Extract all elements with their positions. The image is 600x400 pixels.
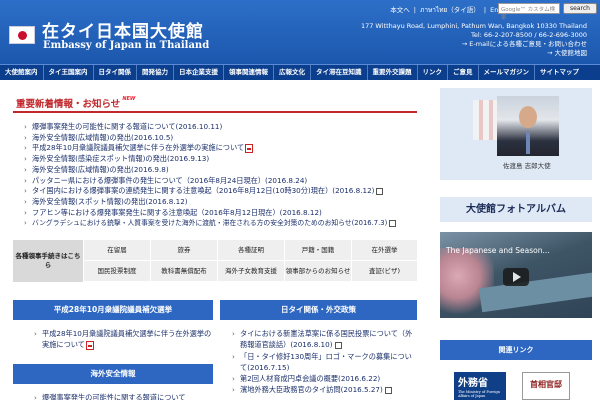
news-heading: 重要新着情報・お知らせ NEW: [16, 96, 135, 110]
consular-link-overseas-voting[interactable]: 在外選挙: [351, 240, 417, 261]
mofa-banner-subtitle: The Ministry of Foreign Affairs of Japan: [458, 390, 501, 398]
nav-item-diplomacy[interactable]: 重要外交課題: [368, 65, 418, 80]
related-links-heading: 関連リンク: [440, 340, 592, 360]
relations-item-text[interactable]: 濱地外務大臣政務官のタイ訪問(2016.5.27): [240, 385, 383, 394]
consular-link-referendum[interactable]: 国民投票制度: [83, 261, 150, 282]
relations-item[interactable]: タイにおける新憲法草案に係る国民投票について（外務報道官談話）(2016.8.1…: [232, 328, 418, 351]
news-item-text[interactable]: バングラデシュにおける銃撃・人質事案を受けた海外に渡航・滞在される方の安全対策の…: [32, 219, 387, 227]
thai-language-link[interactable]: ภาษาไทย（タイ語）: [420, 6, 480, 14]
news-item[interactable]: 海外安全情報(感染症スポット情報)の発出(2016.9.13): [24, 154, 424, 165]
embassy-address: 177 Witthayu Road, Lumphini, Pathum Wan,…: [361, 22, 587, 58]
mofa-banner[interactable]: 外務省 The Ministry of Foreign Affairs of J…: [454, 372, 506, 400]
news-item[interactable]: パッタニー県における爆弾事件の発生について（2016年8月24日現在）(2016…: [24, 176, 424, 187]
nav-item-newsletter[interactable]: メールマガジン: [479, 65, 535, 80]
nav-item-cooperation[interactable]: 開発協力: [137, 65, 174, 80]
consular-link-residence[interactable]: 在留届: [83, 240, 150, 261]
site-subtitle: Embassy of Japan in Thailand: [43, 40, 210, 51]
video-embed[interactable]: The Japanese and Season...: [440, 232, 592, 318]
news-list: 爆弾事案発生の可能性に関する報道について(2016.10.11) 海外安全情報(…: [24, 122, 424, 229]
consular-link-notices[interactable]: 領事部からのお知らせ: [284, 261, 351, 282]
news-item[interactable]: 爆弾事案発生の可能性に関する報道について(2016.10.11): [24, 122, 424, 133]
new-badge: NEW: [122, 96, 136, 102]
external-link-icon: [389, 219, 397, 227]
nav-item-culture[interactable]: 広報文化: [274, 65, 311, 80]
divider: [13, 111, 417, 113]
consular-label: 各種領事手続きはこちら: [13, 240, 83, 282]
consular-procedures-grid: 各種領事手続きはこちら 在留届 旅券 各種証明 戸籍・国籍 在外選挙 国民投票制…: [13, 240, 417, 282]
nav-item-feedback[interactable]: ご意見: [448, 65, 479, 80]
nav-item-thailand[interactable]: タイ王国案内: [44, 65, 94, 80]
relations-item[interactable]: 第2回人材育成円卓会議の概要(2016.6.22): [232, 373, 418, 385]
external-link-icon: [376, 187, 384, 195]
main-nav: 大使館案内 タイ王国案内 日タイ関係 開発協力 日本企業支援 領事関連情報 広報…: [0, 64, 600, 80]
separator: |: [413, 6, 416, 14]
pdf-icon: [245, 143, 254, 153]
skip-to-content-link[interactable]: 本文へ: [390, 6, 410, 14]
safety-item[interactable]: 爆弾事案発生の可能性に関する報道について: [34, 392, 214, 400]
relations-item[interactable]: 濱地外務大臣政務官のタイ訪問(2016.5.27): [232, 384, 418, 396]
portrait-head: [519, 106, 537, 128]
consular-link-textbooks[interactable]: 教科書無償配布: [150, 261, 217, 282]
nav-item-consular[interactable]: 領事関連情報: [224, 65, 274, 80]
video-thumbnail-river: [478, 271, 592, 313]
contact-email-link[interactable]: → E-mailによる各種ご意見・お問い合わせ: [361, 40, 587, 49]
news-item[interactable]: フアヒン等における爆発事案発生に関する注意喚起（2016年8月12日現在）(20…: [24, 208, 424, 219]
election-box-heading[interactable]: 平成28年10月衆議院議員補欠選挙: [13, 300, 213, 320]
play-icon[interactable]: [503, 268, 529, 286]
embassy-map-link[interactable]: → 大使館地図: [361, 49, 587, 58]
external-link-icon: [384, 386, 392, 394]
video-title: The Japanese and Season...: [446, 246, 550, 255]
consular-link-passport[interactable]: 旅券: [150, 240, 217, 261]
safety-box-heading[interactable]: 海外安全情報: [13, 364, 213, 384]
nav-item-links[interactable]: リンク: [418, 65, 448, 80]
separator: |: [483, 6, 487, 14]
ambassador-name: 佐渡島 志郎大使: [503, 162, 551, 170]
relations-box-heading[interactable]: 日タイ関係・外交政策: [220, 300, 417, 320]
relations-item[interactable]: 「日・タイ修好130周年」ロゴ・マークの募集について(2016.7.15): [232, 351, 418, 374]
consular-link-family-register[interactable]: 戸籍・国籍: [284, 240, 351, 261]
phone-line: Tel: 66-2-207-8500 / 66-2-696-3000: [470, 31, 587, 39]
nav-item-business[interactable]: 日本企業支援: [174, 65, 224, 80]
news-item[interactable]: 海外安全情報(スポット情報)の発出(2016.8.12): [24, 197, 424, 208]
nav-item-relations[interactable]: 日タイ関係: [94, 65, 137, 80]
news-item[interactable]: 平成28年10月衆議院議員補欠選挙に伴う在外選挙の実施について: [24, 143, 424, 154]
mofa-banner-title: 外務省: [458, 378, 488, 389]
pdf-icon: [85, 340, 94, 350]
external-link-icon: [334, 341, 342, 349]
election-item[interactable]: 平成28年10月衆議院議員補欠選挙に伴う在外選挙の実施について: [34, 328, 214, 351]
portrait-tie: [526, 132, 530, 154]
news-heading-text: 重要新着情報・お知らせ: [16, 99, 121, 110]
election-list: 平成28年10月衆議院議員補欠選挙に伴う在外選挙の実施について: [34, 328, 214, 351]
consular-link-visa[interactable]: 査証(ビザ): [351, 261, 417, 282]
election-item-text[interactable]: 平成28年10月衆議院議員補欠選挙に伴う在外選挙の実施について: [42, 329, 211, 349]
ambassador-photo: [497, 96, 559, 156]
consular-link-education[interactable]: 海外子女教育支援: [217, 261, 284, 282]
consular-link-certificates[interactable]: 各種証明: [217, 240, 284, 261]
flag-backdrop: [473, 100, 499, 140]
relations-item-text[interactable]: タイにおける新憲法草案に係る国民投票について（外務報道官談話）(2016.8.1…: [240, 329, 412, 349]
news-item[interactable]: バングラデシュにおける銃撃・人質事案を受けた海外に渡航・滞在される方の安全対策の…: [24, 218, 424, 229]
news-item[interactable]: 海外安全情報(広域情報)の発出(2016.9.8): [24, 165, 424, 176]
safety-list: 爆弾事案発生の可能性に関する報道について: [34, 392, 214, 400]
ambassador-box[interactable]: 佐渡島 志郎大使: [440, 88, 592, 180]
kantei-banner[interactable]: 首相官邸: [522, 372, 570, 400]
address-line: 177 Witthayu Road, Lumphini, Pathum Wan,…: [360, 22, 587, 30]
site-title[interactable]: 在タイ日本国大使館: [42, 17, 204, 42]
news-item-text[interactable]: タイ国内における爆弾事案の連続発生に関する注意喚起（2016年8月12日(10時…: [32, 186, 374, 195]
nav-item-tips[interactable]: タイ滞在豆知識: [311, 65, 368, 80]
japan-flag-icon: [9, 26, 35, 44]
news-item[interactable]: 海外安全情報(広域情報)の発出(2016.10.5): [24, 133, 424, 144]
photo-album-link[interactable]: 大使館フォトアルバム: [440, 197, 592, 222]
search-input[interactable]: Google™ カスタム検索: [498, 3, 560, 21]
news-item-text[interactable]: 平成28年10月衆議院議員補欠選挙に伴う在外選挙の実施について: [32, 143, 244, 152]
nav-item-embassy[interactable]: 大使館案内: [0, 65, 44, 80]
site-header: 在タイ日本国大使館 Embassy of Japan in Thailand 本…: [0, 0, 600, 64]
news-item[interactable]: タイ国内における爆弾事案の連続発生に関する注意喚起（2016年8月12日(10時…: [24, 186, 424, 197]
relations-list: タイにおける新憲法草案に係る国民投票について（外務報道官談話）(2016.8.1…: [232, 328, 418, 396]
search-button[interactable]: search: [563, 3, 597, 14]
nav-item-sitemap[interactable]: サイトマップ: [535, 65, 584, 80]
